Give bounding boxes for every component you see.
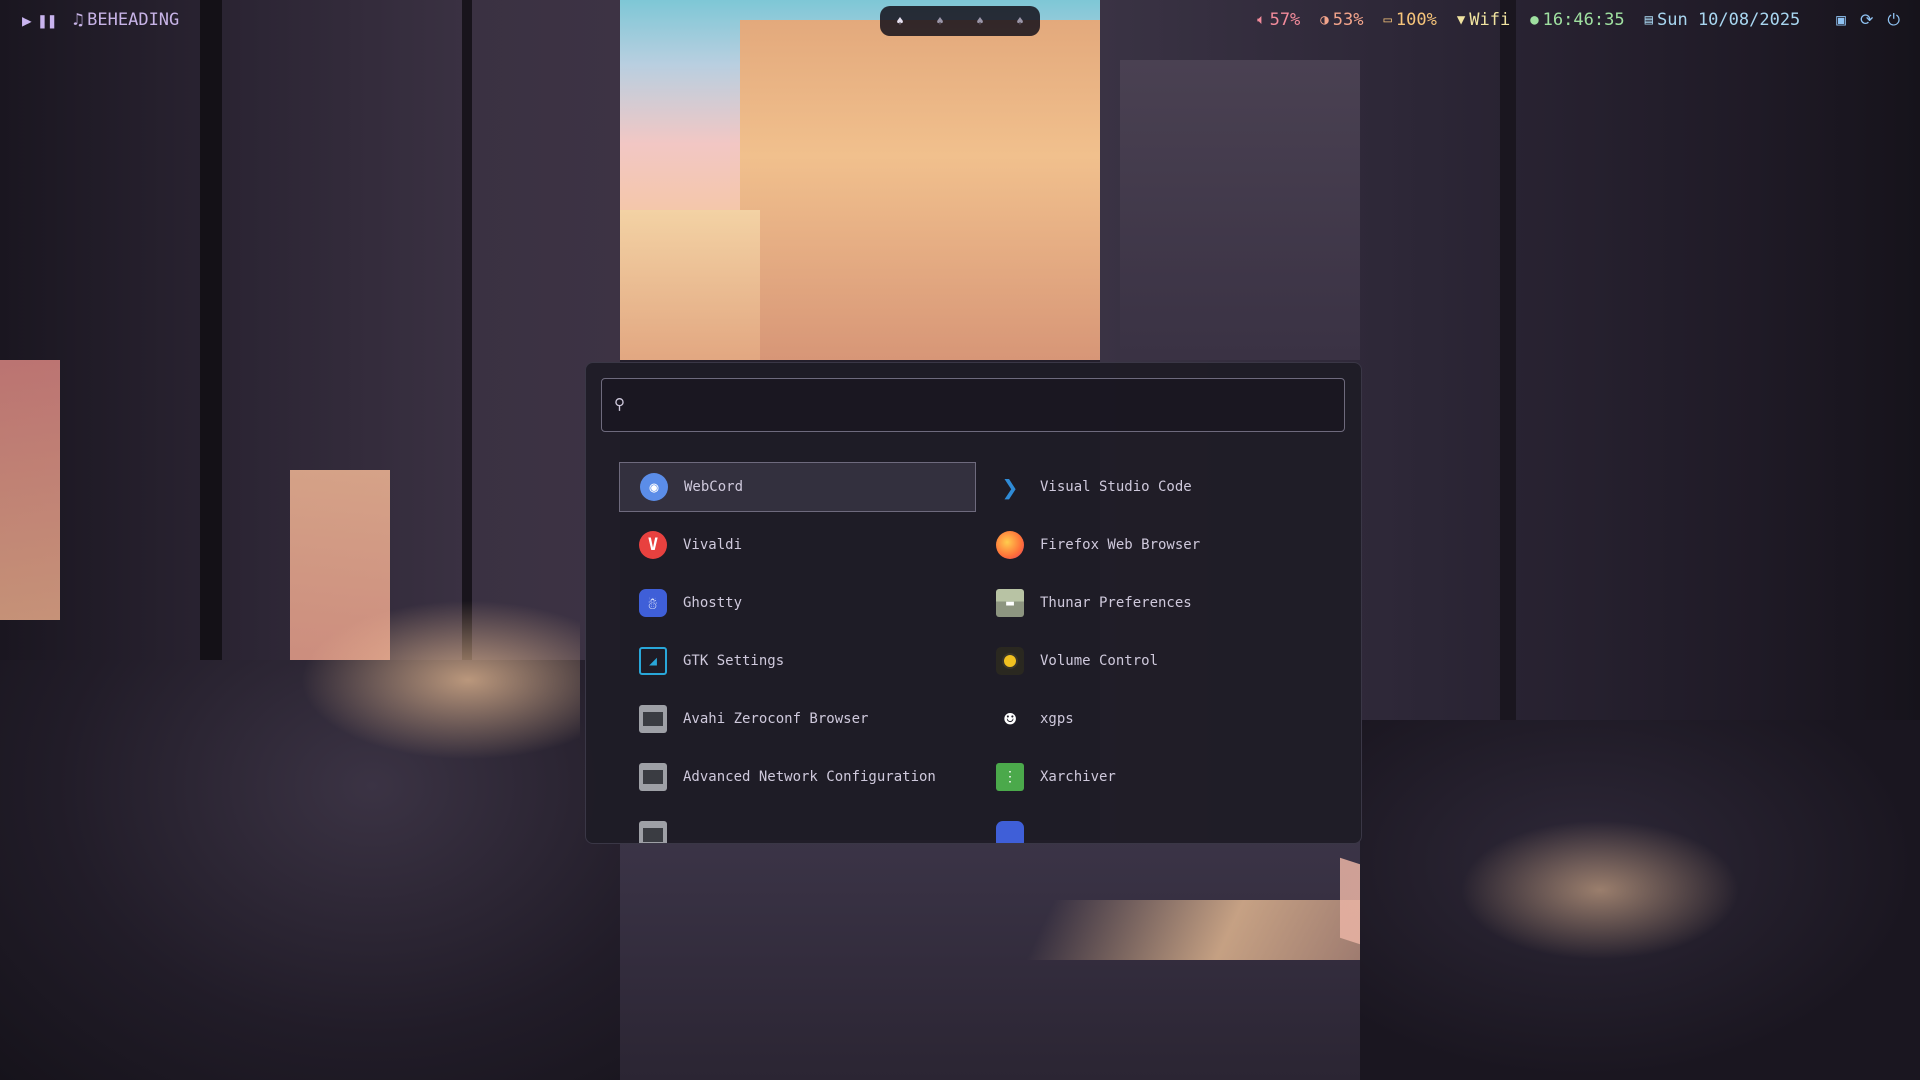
workspace-2-spade-icon[interactable]: ♠ <box>936 14 943 28</box>
speaker-icon: 🔈︎ <box>1257 12 1266 28</box>
wallpaper-right-building <box>1120 60 1360 360</box>
xgps-icon: ☻ <box>1003 707 1017 731</box>
status-modules: 🔈︎ 57% ◑ 53% ▭ 100% ▼ Wifi ● 16:46:35 ▤ … <box>1257 10 1900 30</box>
workspace-switcher: ♠ ♠ ♠ ♠ <box>880 6 1040 36</box>
app-label: Advanced Network Configuration <box>683 769 936 785</box>
app-entry-partial[interactable] <box>976 810 1333 843</box>
brightness-module[interactable]: ◑ 53% <box>1320 10 1363 30</box>
now-playing[interactable]: ♫ BEHEADING <box>73 10 179 30</box>
clock-module[interactable]: ● 16:46:35 <box>1530 10 1624 30</box>
wallpaper-left-window-glow <box>0 360 60 620</box>
avahi-icon <box>639 705 667 733</box>
app-entry-thunar-preferences[interactable]: ▬ Thunar Preferences <box>976 578 1333 628</box>
app-label: Vivaldi <box>683 537 743 553</box>
app-entry-volume-control[interactable]: Volume Control <box>976 636 1333 686</box>
app-entry-partial[interactable] <box>619 810 976 843</box>
app-entry-webcord[interactable]: ◉ WebCord <box>619 462 976 512</box>
app-entry-vivaldi[interactable]: V Vivaldi <box>619 520 976 570</box>
wallpaper-foliage-light <box>300 600 580 760</box>
app-label: Ghostty <box>683 595 743 611</box>
battery-value: 100% <box>1395 10 1437 30</box>
workspace-1-spade-icon[interactable]: ♠ <box>896 14 903 28</box>
volume-value: 57% <box>1269 10 1301 30</box>
app-label: Avahi Zeroconf Browser <box>683 711 869 727</box>
app-label: WebCord <box>684 479 744 495</box>
app-entry-xgps[interactable]: ☻ xgps <box>976 694 1333 744</box>
xarchiver-icon: ⋮ <box>996 763 1024 791</box>
firefox-icon <box>996 531 1024 559</box>
pause-icon[interactable]: ❚❚ <box>38 11 57 30</box>
app-grid: ◉ WebCord ❯ Visual Studio Code V Vivaldi… <box>619 462 1329 843</box>
wallpaper-building-sunlit <box>740 20 1120 360</box>
vscode-icon: ❯ <box>1001 470 1019 504</box>
app-entry-firefox[interactable]: Firefox Web Browser <box>976 520 1333 570</box>
app-label: xgps <box>1040 711 1074 727</box>
ghostty-icon: ☃ <box>639 589 667 617</box>
app-label: GTK Settings <box>683 653 785 669</box>
brightness-value: 53% <box>1332 10 1364 30</box>
media-controls: ▶ ❚❚ ♫ BEHEADING <box>22 10 179 30</box>
top-bar: ▶ ❚❚ ♫ BEHEADING ♠ ♠ ♠ ♠ 🔈︎ 57% ◑ 53% ▭ … <box>0 0 1920 42</box>
date-module[interactable]: ▤ Sun 10/08/2025 <box>1645 10 1801 30</box>
clock-value: 16:46:35 <box>1542 10 1625 30</box>
battery-icon: ▭ <box>1383 12 1392 28</box>
play-icon[interactable]: ▶ <box>22 11 32 30</box>
search-input[interactable] <box>642 387 1336 423</box>
clock-icon: ● <box>1530 12 1539 28</box>
search-box[interactable]: ⚲ <box>601 378 1345 432</box>
vivaldi-icon: V <box>639 531 667 559</box>
lock-icon[interactable]: ▣ <box>1836 10 1846 30</box>
app-entry-vscode[interactable]: ❯ Visual Studio Code <box>976 462 1333 512</box>
app-entry-gtk-settings[interactable]: ◢ GTK Settings <box>619 636 976 686</box>
network-value: Wifi <box>1469 10 1511 30</box>
calendar-icon: ▤ <box>1644 12 1653 28</box>
wifi-icon: ▼ <box>1456 12 1466 28</box>
track-title: BEHEADING <box>87 10 180 30</box>
app-entry-avahi[interactable]: Avahi Zeroconf Browser <box>619 694 976 744</box>
app-label: Visual Studio Code <box>1040 479 1192 495</box>
volume-control-icon <box>996 647 1024 675</box>
volume-module[interactable]: 🔈︎ 57% <box>1257 10 1300 30</box>
search-icon: ⚲ <box>614 395 625 413</box>
power-icon[interactable]: ⏻ <box>1887 10 1900 30</box>
wallpaper-foliage-light <box>1460 820 1740 960</box>
app-label: Volume Control <box>1040 653 1159 669</box>
network-module[interactable]: ▼ Wifi <box>1457 10 1510 30</box>
app-icon-partial <box>996 821 1024 843</box>
gtk-settings-icon: ◢ <box>639 647 667 675</box>
app-entry-ghostty[interactable]: ☃ Ghostty <box>619 578 976 628</box>
thunar-icon: ▬ <box>996 589 1024 617</box>
app-label: Xarchiver <box>1040 769 1116 785</box>
webcord-icon: ◉ <box>640 473 668 501</box>
app-label: Firefox Web Browser <box>1040 537 1201 553</box>
workspace-3-spade-icon[interactable]: ♠ <box>976 14 983 28</box>
app-entry-advanced-network[interactable]: Advanced Network Configuration <box>619 752 976 802</box>
app-launcher: ⚲ ◉ WebCord ❯ Visual Studio Code V Vival… <box>585 362 1362 844</box>
network-config-icon <box>639 763 667 791</box>
battery-module[interactable]: ▭ 100% <box>1383 10 1436 30</box>
workspace-4-spade-icon[interactable]: ♠ <box>1016 14 1023 28</box>
music-note-icon: ♫ <box>72 10 84 30</box>
refresh-icon[interactable]: ⟳ <box>1860 10 1873 30</box>
session-actions: ▣ ⟳ ⏻ <box>1836 10 1900 30</box>
brightness-icon: ◑ <box>1320 12 1329 28</box>
app-icon-partial <box>639 821 667 843</box>
app-label: Thunar Preferences <box>1040 595 1192 611</box>
date-value: Sun 10/08/2025 <box>1657 10 1801 30</box>
app-entry-xarchiver[interactable]: ⋮ Xarchiver <box>976 752 1333 802</box>
